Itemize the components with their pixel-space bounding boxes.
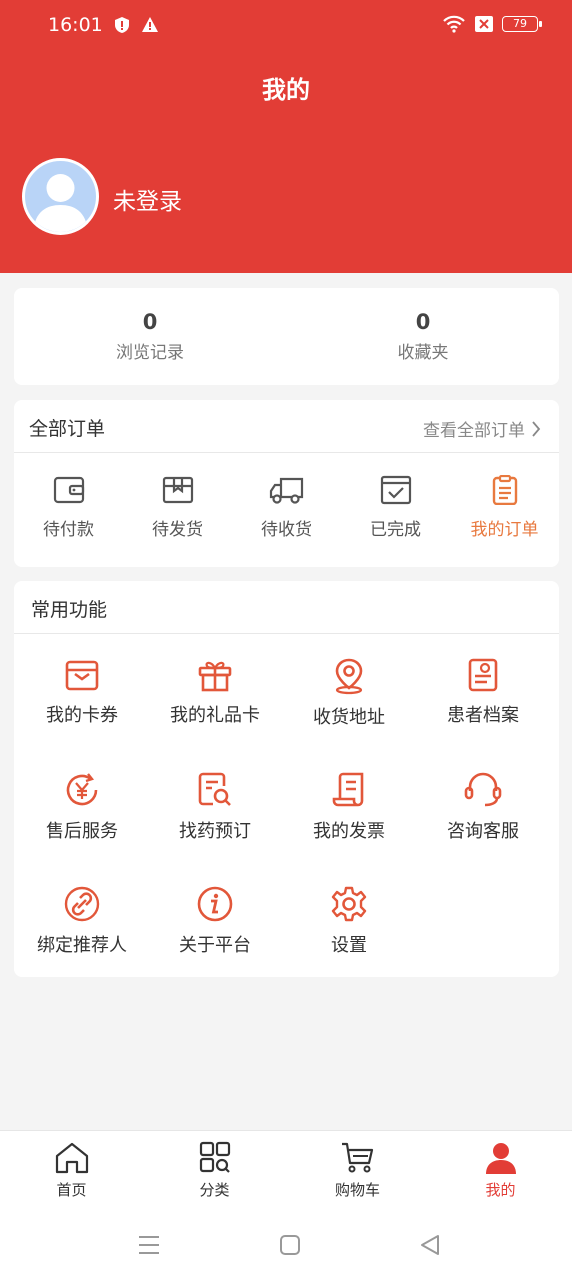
tab-label: 购物车	[334, 1181, 380, 1199]
wallet-icon	[53, 476, 84, 504]
home-icon	[55, 1142, 88, 1174]
func-label: 找药预订	[179, 821, 251, 842]
functions-title: 常用功能	[31, 599, 108, 621]
shield-icon	[115, 17, 129, 33]
check-box-icon	[380, 475, 411, 505]
link-icon	[64, 886, 100, 922]
func-my-gift-card[interactable]: 我的礼品卡	[148, 657, 282, 727]
page-title: 我的	[262, 76, 310, 104]
stats-card: 0 浏览记录 0 收藏夹	[14, 288, 559, 385]
func-label: 售后服务	[46, 821, 118, 842]
location-pin-icon	[335, 658, 363, 695]
tab-cart[interactable]: 购物车	[286, 1141, 429, 1200]
func-settings[interactable]: 设置	[282, 885, 416, 957]
func-label: 患者档案	[447, 705, 519, 726]
medical-record-icon	[468, 658, 498, 692]
order-label: 待收货	[261, 520, 312, 540]
stat-count: 0	[142, 310, 158, 334]
func-label: 设置	[331, 935, 367, 956]
info-icon	[197, 886, 233, 922]
status-icons: 79	[442, 14, 542, 34]
truck-icon	[269, 477, 303, 504]
order-label: 待发货	[152, 520, 203, 540]
tab-home[interactable]: 首页	[0, 1141, 143, 1200]
coupon-icon	[65, 660, 99, 691]
stat-label: 浏览记录	[116, 343, 184, 363]
order-pending-shipment[interactable]: 待发货	[123, 475, 232, 540]
bottom-tab-bar: 首页 分类 购物车 我的	[0, 1130, 572, 1210]
clipboard-icon	[492, 475, 517, 505]
gift-icon	[198, 661, 232, 692]
func-label: 绑定推荐人	[37, 935, 127, 956]
no-sim-icon	[475, 16, 493, 32]
func-label: 我的卡券	[46, 705, 118, 726]
status-time: 16:01	[48, 14, 103, 36]
func-label: 我的发票	[313, 821, 385, 842]
func-bind-referrer[interactable]: 绑定推荐人	[15, 885, 149, 957]
func-after-sales[interactable]: 售后服务	[15, 771, 149, 843]
gear-icon	[331, 886, 367, 922]
order-label: 我的订单	[470, 520, 539, 540]
func-about-platform[interactable]: 关于平台	[148, 885, 282, 957]
favorites-stat[interactable]: 0 收藏夹	[348, 310, 498, 363]
func-customer-service[interactable]: 咨询客服	[416, 771, 550, 843]
user-icon	[485, 1143, 516, 1174]
system-nav-bar	[0, 1210, 572, 1280]
default-avatar-icon	[33, 174, 88, 232]
view-all-orders-link[interactable]: 查看全部订单	[423, 416, 541, 441]
home-square-icon[interactable]	[279, 1234, 301, 1256]
browse-history-stat[interactable]: 0 浏览记录	[75, 310, 225, 363]
orders-header: 全部订单 查看全部订单	[14, 400, 559, 453]
func-label: 咨询客服	[447, 821, 519, 842]
func-my-invoices[interactable]: 我的发票	[282, 771, 416, 843]
func-shipping-address[interactable]: 收货地址	[282, 657, 416, 729]
my-orders[interactable]: 我的订单	[450, 475, 559, 540]
category-icon	[199, 1141, 230, 1173]
view-all-orders-label: 查看全部订单	[423, 421, 525, 441]
search-document-icon	[198, 772, 231, 806]
tab-label: 首页	[56, 1181, 87, 1199]
func-patient-records[interactable]: 患者档案	[416, 657, 550, 727]
menu-icon[interactable]	[137, 1234, 161, 1256]
tab-me[interactable]: 我的	[429, 1141, 572, 1200]
functions-header: 常用功能	[14, 581, 559, 634]
order-pending-payment[interactable]: 待付款	[14, 475, 123, 540]
wifi-icon	[443, 15, 465, 33]
warning-icon	[142, 17, 158, 32]
battery-indicator: 79	[502, 16, 542, 32]
tab-label: 我的	[485, 1181, 516, 1199]
func-find-medicine[interactable]: 找药预订	[148, 771, 282, 843]
yuan-refresh-icon	[66, 773, 98, 806]
headset-icon	[464, 772, 502, 807]
order-label: 待付款	[43, 520, 94, 540]
back-icon[interactable]	[419, 1234, 441, 1256]
profile-header: 16:01 79 我的 未登录	[0, 0, 572, 273]
avatar[interactable]	[22, 158, 99, 235]
order-pending-receipt[interactable]: 待收货	[232, 475, 341, 540]
order-label: 已完成	[370, 520, 421, 540]
tab-label: 分类	[199, 1181, 230, 1199]
chevron-right-icon	[532, 420, 541, 437]
invoice-icon	[332, 772, 364, 807]
tab-category[interactable]: 分类	[143, 1141, 286, 1200]
orders-title: 全部订单	[29, 418, 106, 440]
status-bar: 16:01 79	[0, 0, 572, 52]
order-completed[interactable]: 已完成	[341, 475, 450, 540]
orders-card: 全部订单 查看全部订单 待付款 待发货 待收货 已完成 我的订单	[14, 400, 559, 567]
stat-count: 0	[415, 310, 431, 334]
func-label: 关于平台	[179, 935, 251, 956]
functions-card: 常用功能 我的卡券 我的礼品卡 收货地址 患者档案 售后服务 找药预订 我的发票…	[14, 581, 559, 977]
stat-label: 收藏夹	[397, 343, 449, 363]
login-status-text[interactable]: 未登录	[113, 182, 182, 216]
func-label: 收货地址	[313, 707, 385, 728]
cart-icon	[341, 1142, 373, 1173]
func-label: 我的礼品卡	[170, 705, 260, 726]
package-icon	[162, 476, 193, 504]
func-my-coupons[interactable]: 我的卡券	[15, 657, 149, 727]
